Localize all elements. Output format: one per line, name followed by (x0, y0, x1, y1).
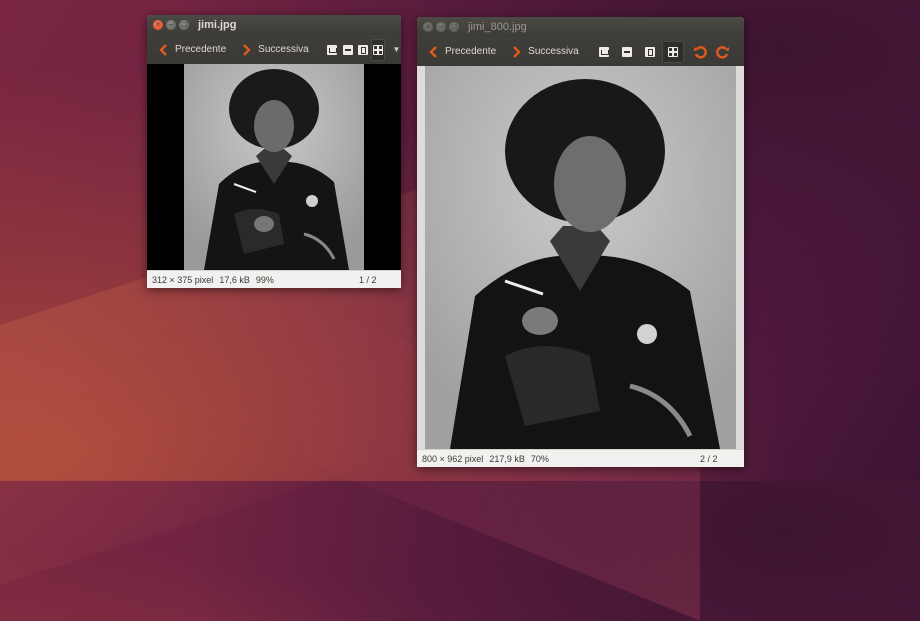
zoom-out-button[interactable] (341, 39, 355, 61)
rotate-right-button[interactable] (712, 41, 734, 63)
next-button[interactable]: Successiva (234, 39, 313, 61)
fit-icon (645, 46, 656, 57)
minimize-button[interactable]: – (166, 20, 176, 30)
close-icon: × (425, 22, 431, 31)
zoom-original-button[interactable] (325, 39, 339, 61)
image-view[interactable] (147, 64, 401, 270)
next-button[interactable]: Successiva (504, 41, 583, 63)
zoom-out-button[interactable] (616, 41, 638, 63)
file-size: 217,9 kB (489, 453, 525, 464)
titlebar[interactable]: × – □ jimi_800.jpg (417, 17, 744, 37)
overflow-menu-button[interactable]: ▼ (392, 39, 401, 61)
titlebar[interactable]: × – □ jimi.jpg (147, 15, 401, 35)
maximize-button[interactable]: □ (449, 22, 459, 32)
window-title: jimi_800.jpg (468, 21, 527, 33)
maximize-icon: □ (451, 22, 457, 31)
image-dimensions: 800 × 962 pixel (422, 453, 484, 464)
file-size: 17,6 kB (219, 274, 250, 285)
best-fit-button[interactable] (639, 41, 661, 63)
previous-label: Precedente (445, 46, 497, 57)
next-label: Successiva (258, 44, 309, 55)
zoom-level: 70% (530, 453, 549, 464)
image-viewer-window-b: × – □ jimi_800.jpg Precedente Successiva (417, 17, 744, 467)
minimize-icon: – (168, 20, 174, 29)
previous-button[interactable]: Precedente (421, 41, 500, 63)
minimize-button[interactable]: – (436, 22, 446, 32)
page-indicator: 2 / 2 (700, 453, 718, 464)
maximize-button[interactable]: □ (179, 20, 189, 30)
chevron-left-icon (155, 42, 171, 58)
photo (425, 66, 736, 449)
gallery-button[interactable] (371, 38, 386, 61)
zoom-out-icon (342, 44, 353, 55)
home-icon (327, 44, 338, 55)
grid-icon (668, 46, 679, 57)
toolbar: Precedente Successiva (417, 37, 744, 66)
window-title: jimi.jpg (198, 19, 237, 31)
rotate-right-icon (715, 45, 729, 59)
home-icon (599, 46, 610, 57)
page-indicator: 1 / 2 (359, 274, 377, 285)
zoom-level: 99% (255, 274, 274, 285)
close-button[interactable]: × (153, 20, 163, 30)
chevron-down-icon: ▼ (392, 45, 401, 54)
gallery-button[interactable] (662, 40, 685, 63)
close-icon: × (155, 20, 161, 29)
best-fit-button[interactable] (356, 39, 370, 61)
portrait-image (184, 64, 364, 270)
rotate-left-button[interactable] (689, 41, 711, 63)
rotate-left-icon (693, 45, 707, 59)
chevron-right-icon (238, 42, 254, 58)
zoom-out-icon (622, 46, 633, 57)
image-view[interactable] (417, 66, 744, 449)
toolbar: Precedente Successiva ▼ (147, 35, 401, 64)
image-dimensions: 312 × 375 pixel (152, 274, 214, 285)
previous-button[interactable]: Precedente (151, 39, 230, 61)
minimize-icon: – (438, 22, 444, 31)
chevron-left-icon (425, 44, 441, 60)
statusbar: 312 × 375 pixel 17,6 kB 99% 1 / 2 (147, 270, 401, 288)
portrait-image (425, 66, 736, 449)
image-viewer-window-a: × – □ jimi.jpg Precedente Successiva ▼ 3… (147, 15, 401, 288)
zoom-original-button[interactable] (593, 41, 615, 63)
maximize-icon: □ (181, 20, 187, 29)
photo (184, 64, 364, 270)
statusbar: 800 × 962 pixel 217,9 kB 70% 2 / 2 (417, 449, 744, 467)
close-button[interactable]: × (423, 22, 433, 32)
next-label: Successiva (528, 46, 579, 57)
previous-label: Precedente (175, 44, 227, 55)
grid-icon (373, 44, 384, 55)
fit-icon (357, 44, 368, 55)
chevron-right-icon (508, 44, 524, 60)
